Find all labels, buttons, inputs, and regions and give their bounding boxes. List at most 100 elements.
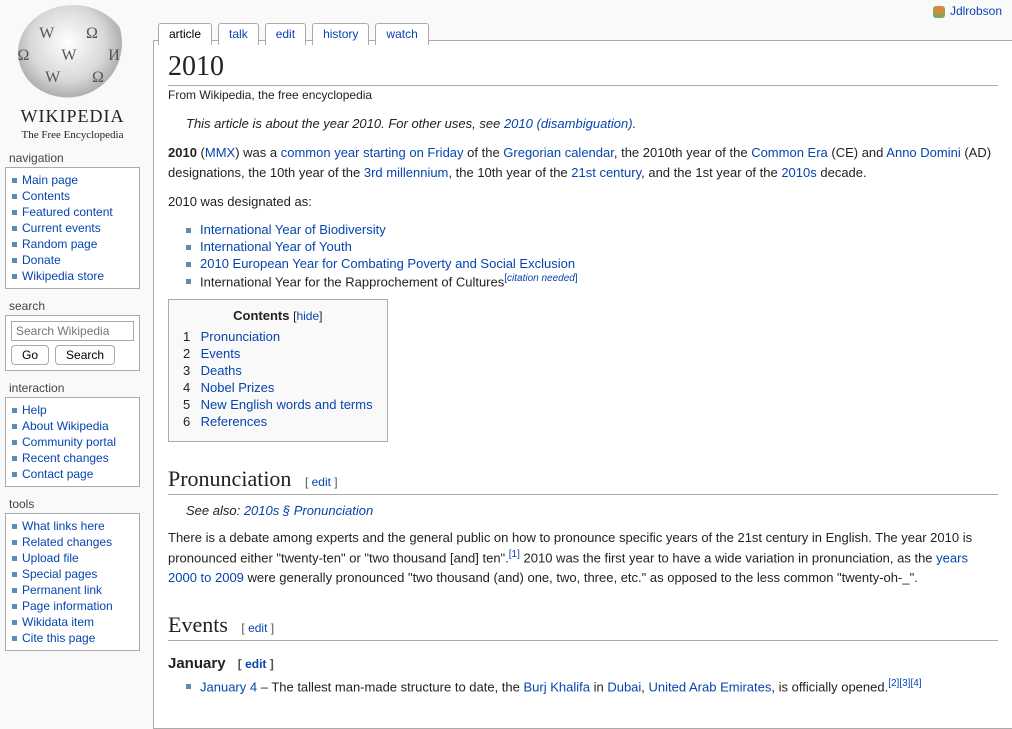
link-2010s[interactable]: 2010s xyxy=(781,165,816,180)
nav-item: Contents xyxy=(12,188,133,204)
link-poverty[interactable]: 2010 European Year for Combating Poverty… xyxy=(200,256,575,271)
january-list: January 4 – The tallest man-made structu… xyxy=(186,678,998,694)
link-burj[interactable]: Burj Khalifa xyxy=(524,679,590,694)
tab-article[interactable]: article xyxy=(158,23,212,45)
nav-link-related[interactable]: Related changes xyxy=(22,535,112,549)
toc-hide[interactable]: hide xyxy=(296,309,319,323)
toc-title: Contents xyxy=(233,308,289,323)
nav-link-permalink[interactable]: Permanent link xyxy=(22,583,102,597)
link-mmx[interactable]: MMX xyxy=(205,145,235,160)
nav-item: Help xyxy=(12,402,133,418)
citation-needed[interactable]: citation needed xyxy=(507,273,575,284)
section-events: Events [ edit ] xyxy=(168,612,998,641)
toc-link-references[interactable]: References xyxy=(201,414,267,429)
toc-link-pronunciation[interactable]: Pronunciation xyxy=(201,329,281,344)
link-3rdmillennium[interactable]: 3rd millennium xyxy=(364,165,449,180)
nav-link-featured[interactable]: Featured content xyxy=(22,205,113,219)
nav-link-community[interactable]: Community portal xyxy=(22,435,116,449)
nav-link-contact[interactable]: Contact page xyxy=(22,467,93,481)
toc-link-nobel[interactable]: Nobel Prizes xyxy=(201,380,275,395)
link-date-jan4[interactable]: January 4 xyxy=(200,679,257,694)
search-button[interactable] xyxy=(55,345,115,365)
designated-list: International Year of Biodiversity Inter… xyxy=(186,222,998,289)
link-uae[interactable]: United Arab Emirates xyxy=(649,679,772,694)
seealso-link[interactable]: 2010s § Pronunciation xyxy=(244,503,373,518)
user-link[interactable]: Jdlrobson xyxy=(950,4,1002,18)
link-dubai[interactable]: Dubai xyxy=(607,679,641,694)
nav-link-upload[interactable]: Upload file xyxy=(22,551,79,565)
link-commonera[interactable]: Common Era xyxy=(751,145,828,160)
nav-link-pageinfo[interactable]: Page information xyxy=(22,599,113,613)
nav-item: Special pages xyxy=(12,566,133,582)
lead-paragraph: 2010 (MMX) was a common year starting on… xyxy=(168,143,998,182)
pronunciation-body: There is a debate among experts and the … xyxy=(168,528,998,588)
toc-link-newwords[interactable]: New English words and terms xyxy=(201,397,373,412)
page-tabs: article talk edit history watch xyxy=(154,18,429,44)
nav-item: Upload file xyxy=(12,550,133,566)
link-biodiversity[interactable]: International Year of Biodiversity xyxy=(200,222,386,237)
interaction-portal: interaction Help About Wikipedia Communi… xyxy=(5,381,140,487)
nav-link-whatlinks[interactable]: What links here xyxy=(22,519,105,533)
hatnote-link[interactable]: 2010 (disambiguation) xyxy=(504,116,633,131)
interaction-heading: interaction xyxy=(9,381,140,395)
tab-edit[interactable]: edit xyxy=(265,23,306,45)
tools-portal: tools What links here Related changes Up… xyxy=(5,497,140,651)
edit-section-link[interactable]: edit xyxy=(248,621,267,635)
table-of-contents: Contents [hide] 1 Pronunciation 2 Events… xyxy=(168,299,388,442)
ref-1[interactable]: [1] xyxy=(509,549,520,560)
toc-link-deaths[interactable]: Deaths xyxy=(201,363,242,378)
list-item: International Year for the Rapprochement… xyxy=(186,273,998,289)
nav-item: Page information xyxy=(12,598,133,614)
nav-item: Wikipedia store xyxy=(12,268,133,284)
nav-item: Random page xyxy=(12,236,133,252)
search-heading: search xyxy=(9,299,140,313)
link-annodomini[interactable]: Anno Domini xyxy=(886,145,960,160)
nav-item: Cite this page xyxy=(12,630,133,646)
search-input[interactable] xyxy=(11,321,134,341)
nav-item: Related changes xyxy=(12,534,133,550)
section-pronunciation: Pronunciation [ edit ] xyxy=(168,466,998,495)
nav-link-random[interactable]: Random page xyxy=(22,237,97,251)
nav-link-contents[interactable]: Contents xyxy=(22,189,70,203)
wikipedia-logo[interactable]: WIKIPEDIA The Free Encyclopedia xyxy=(5,5,140,141)
nav-item: What links here xyxy=(12,518,133,534)
user-bar: Jdlrobson xyxy=(933,4,1002,18)
nav-item: Community portal xyxy=(12,434,133,450)
tab-watch[interactable]: watch xyxy=(375,23,428,45)
list-item: January 4 – The tallest man-made structu… xyxy=(186,678,998,694)
hatnote: This article is about the year 2010. For… xyxy=(186,116,998,131)
nav-link-main[interactable]: Main page xyxy=(22,173,78,187)
page-title: 2010 xyxy=(168,51,998,86)
link-youth[interactable]: International Year of Youth xyxy=(200,239,352,254)
nav-item: Donate xyxy=(12,252,133,268)
nav-item: Featured content xyxy=(12,204,133,220)
tab-history[interactable]: history xyxy=(312,23,369,45)
link-commonyear[interactable]: common year starting on Friday xyxy=(281,145,464,160)
go-button[interactable] xyxy=(11,345,49,365)
nav-item: Wikidata item xyxy=(12,614,133,630)
list-item: International Year of Biodiversity xyxy=(186,222,998,237)
edit-section-link[interactable]: edit xyxy=(245,657,266,671)
nav-item: Permanent link xyxy=(12,582,133,598)
list-item: International Year of Youth xyxy=(186,239,998,254)
tab-talk[interactable]: talk xyxy=(218,23,259,45)
link-21stcentury[interactable]: 21st century xyxy=(571,165,641,180)
ref-234[interactable]: [2][3][4] xyxy=(888,678,921,689)
nav-link-special[interactable]: Special pages xyxy=(22,567,97,581)
nav-item: Contact page xyxy=(12,466,133,482)
nav-link-current[interactable]: Current events xyxy=(22,221,101,235)
link-gregorian[interactable]: Gregorian calendar xyxy=(503,145,614,160)
page-subtitle: From Wikipedia, the free encyclopedia xyxy=(168,88,998,102)
nav-link-help[interactable]: Help xyxy=(22,403,47,417)
nav-link-about[interactable]: About Wikipedia xyxy=(22,419,109,433)
nav-heading: navigation xyxy=(9,151,140,165)
nav-link-donate[interactable]: Donate xyxy=(22,253,61,267)
nav-link-wikidata[interactable]: Wikidata item xyxy=(22,615,94,629)
nav-link-cite[interactable]: Cite this page xyxy=(22,631,95,645)
nav-item: About Wikipedia xyxy=(12,418,133,434)
nav-link-store[interactable]: Wikipedia store xyxy=(22,269,104,283)
edit-section-link[interactable]: edit xyxy=(312,475,331,489)
tools-heading: tools xyxy=(9,497,140,511)
nav-link-recent[interactable]: Recent changes xyxy=(22,451,109,465)
toc-link-events[interactable]: Events xyxy=(201,346,241,361)
